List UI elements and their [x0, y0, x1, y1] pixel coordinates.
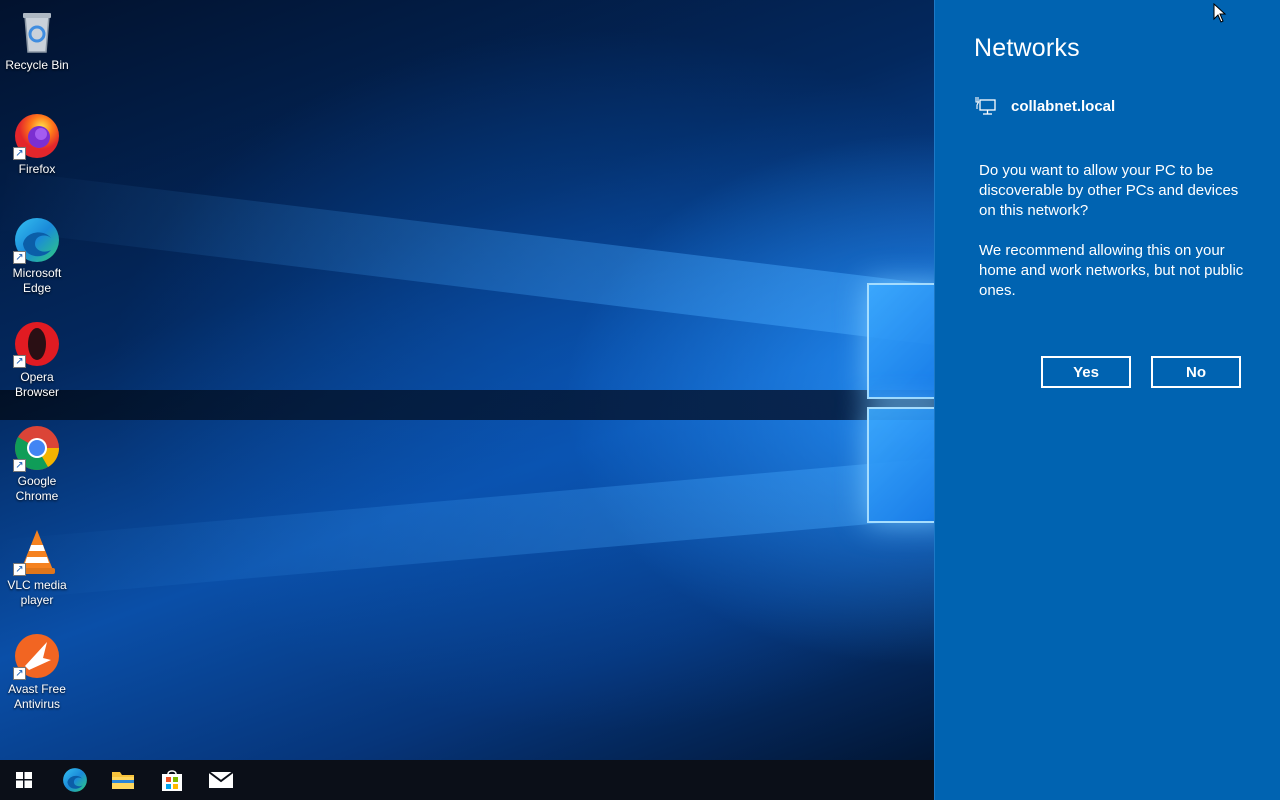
taskbar-mail-button[interactable]: [197, 760, 245, 800]
desktop-icon-chrome[interactable]: ↗ Google Chrome: [0, 424, 74, 504]
desktop-icon-edge[interactable]: ↗ Microsoft Edge: [0, 216, 74, 296]
desktop-icon-opera[interactable]: ↗ Opera Browser: [0, 320, 74, 400]
desktop-icon-avast[interactable]: ↗ Avast Free Antivirus: [0, 632, 74, 712]
edge-icon: [63, 768, 87, 792]
opera-icon: ↗: [13, 320, 61, 368]
desktop-icon-label: Opera Browser: [14, 370, 59, 399]
desktop-icon-label: Recycle Bin: [5, 58, 69, 72]
wallpaper-beam: [0, 454, 934, 600]
chrome-icon: ↗: [13, 424, 61, 472]
desktop-icon-label: Firefox: [18, 162, 56, 176]
mail-icon: [208, 771, 234, 788]
desktop-icon-label: Avast Free Antivirus: [8, 682, 66, 711]
edge-icon: ↗: [13, 216, 61, 264]
recycle-bin-icon: [13, 8, 61, 56]
recommendation-text: We recommend allowing this on your home …: [979, 242, 1244, 299]
firefox-icon: ↗: [13, 112, 61, 160]
mouse-cursor-icon: [1213, 3, 1227, 23]
windows-logo-pane-bottom: [867, 407, 934, 523]
desktop-icon-label: Google Chrome: [15, 474, 59, 503]
shortcut-arrow-icon: ↗: [13, 563, 26, 576]
shortcut-arrow-icon: ↗: [13, 251, 26, 264]
shortcut-arrow-icon: ↗: [13, 355, 26, 368]
windows-start-icon: [16, 772, 32, 788]
desktop-icon-firefox[interactable]: ↗ Firefox: [0, 112, 74, 177]
shortcut-arrow-icon: ↗: [13, 147, 26, 160]
wallpaper-beam: [0, 390, 934, 420]
taskbar: [0, 760, 934, 800]
flyout-title: Networks: [974, 34, 1080, 62]
network-name: collabnet.local: [1011, 97, 1116, 115]
no-button[interactable]: No: [1151, 356, 1241, 388]
discoverable-question: Do you want to allow your PC to be disco…: [979, 162, 1239, 219]
start-button[interactable]: [0, 760, 48, 800]
avast-icon: ↗: [13, 632, 61, 680]
desktop-background: Recycle Bin ↗ Firefox ↗ Microsoft Edge ↗…: [0, 0, 934, 760]
yes-button[interactable]: Yes: [1041, 356, 1131, 388]
shortcut-arrow-icon: ↗: [13, 459, 26, 472]
desktop-icon-recycle-bin[interactable]: Recycle Bin: [0, 8, 74, 73]
taskbar-file-explorer-button[interactable]: [99, 760, 147, 800]
shortcut-arrow-icon: ↗: [13, 667, 26, 680]
network-flyout: Networks collabnet.local Do you want to …: [934, 0, 1280, 800]
taskbar-store-button[interactable]: [148, 760, 196, 800]
taskbar-edge-button[interactable]: [51, 760, 99, 800]
network-item: collabnet.local: [975, 94, 1115, 118]
vlc-icon: ↗: [13, 528, 61, 576]
file-explorer-icon: [112, 772, 134, 789]
microsoft-store-icon: [162, 770, 182, 791]
desktop-icon-vlc[interactable]: ↗ VLC media player: [0, 528, 74, 608]
desktop-icon-label: VLC media player: [7, 578, 67, 607]
windows-logo-pane-top: [867, 283, 934, 399]
desktop-icon-label: Microsoft Edge: [12, 266, 62, 295]
ethernet-icon: [975, 97, 996, 115]
wallpaper-beam: [0, 170, 934, 350]
